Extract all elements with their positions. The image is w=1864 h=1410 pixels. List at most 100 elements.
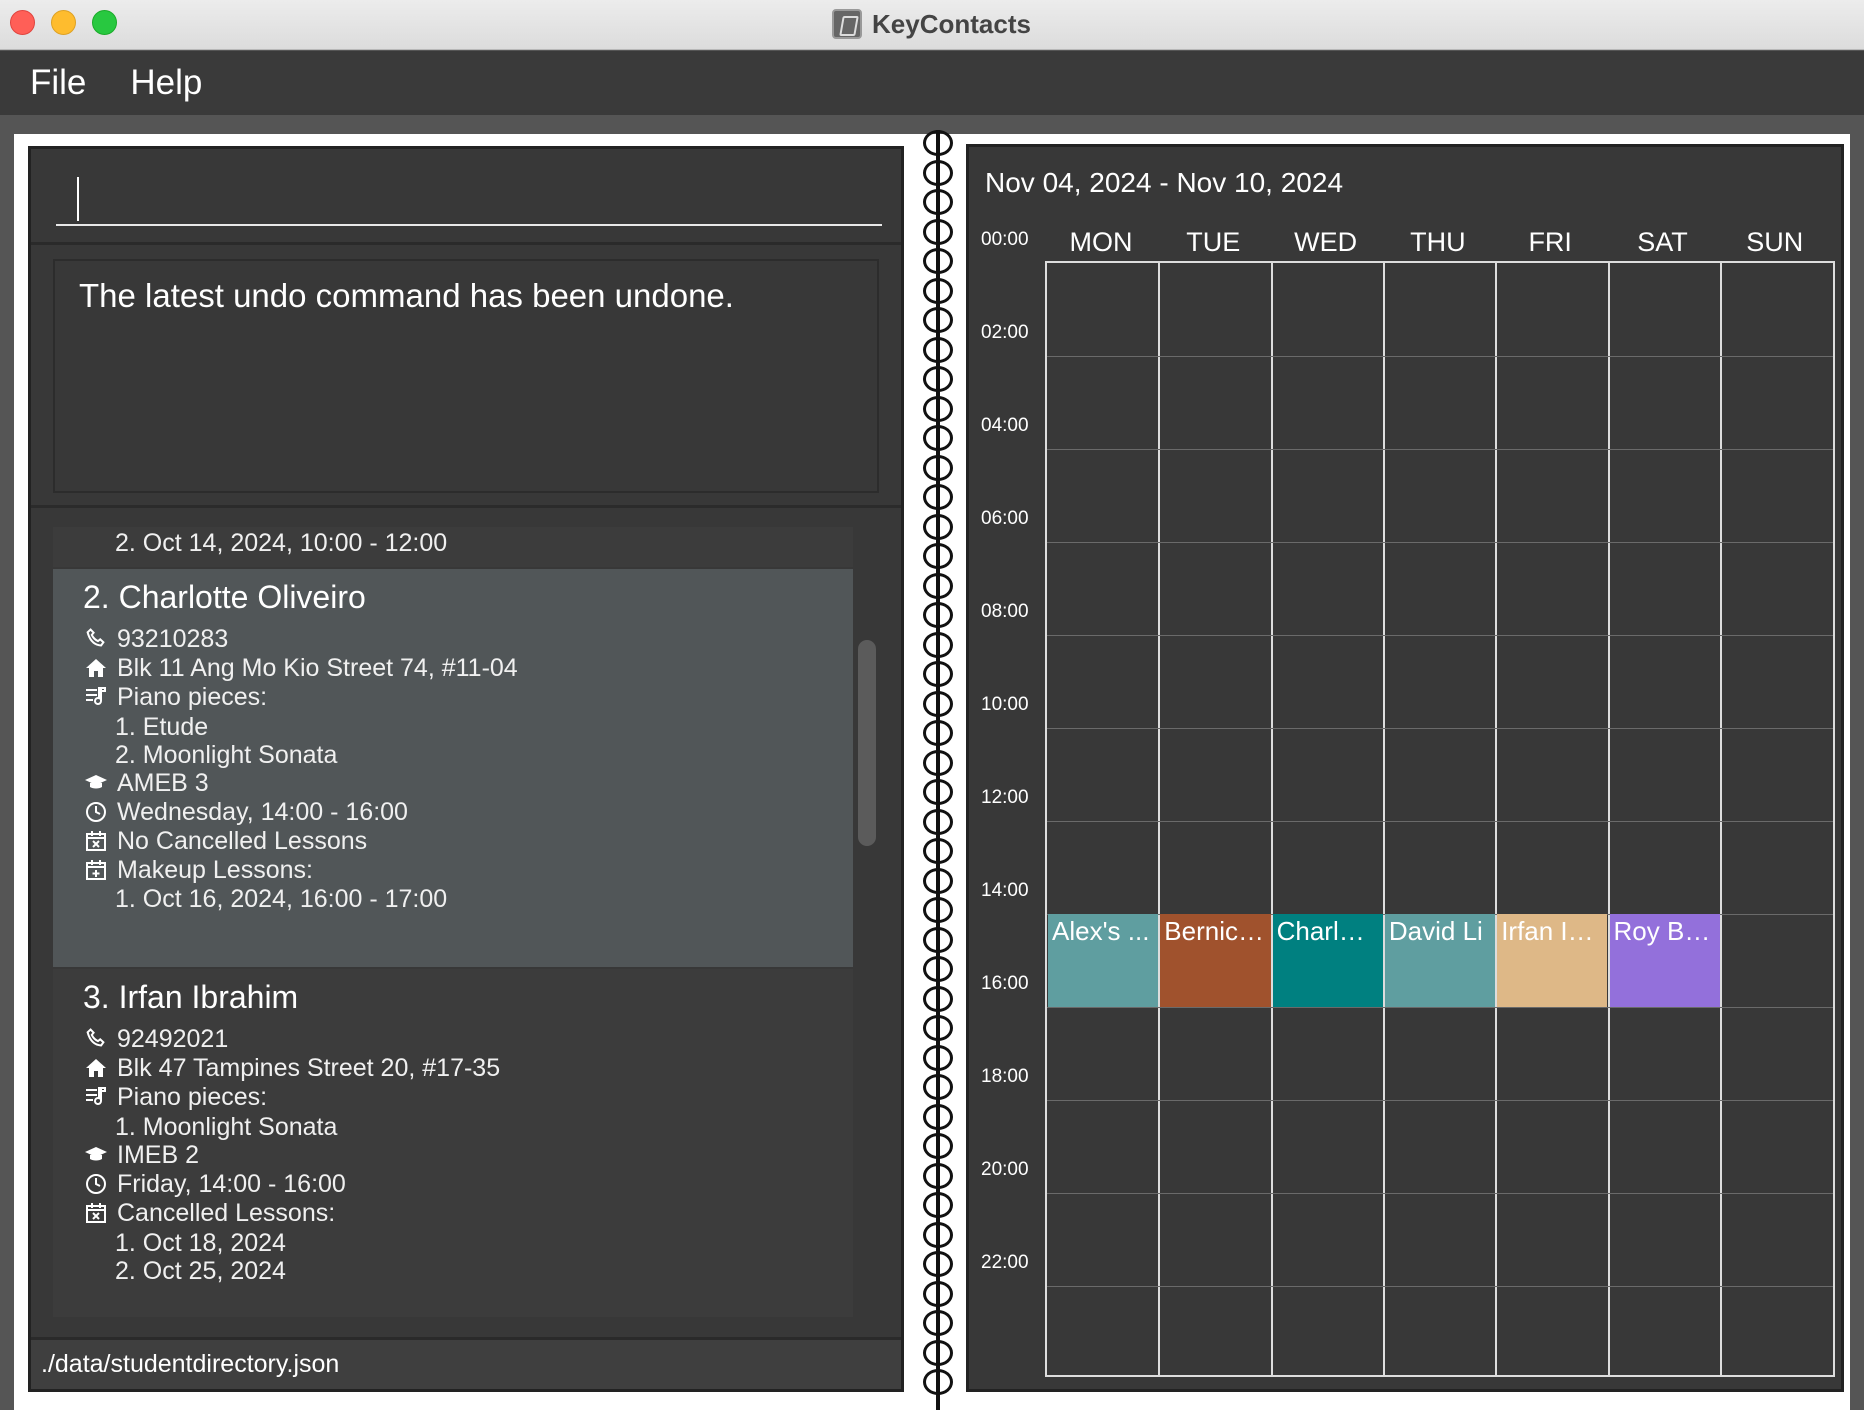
lesson-time-row: Wednesday, 14:00 - 16:00 bbox=[83, 796, 408, 828]
calendar-event[interactable]: Irfan Ibr... bbox=[1497, 914, 1608, 1007]
calendar-x-icon bbox=[83, 828, 109, 854]
calendar-grid[interactable]: Alex's ... Bernice... Charlot... David Li Ir… bbox=[1045, 261, 1835, 1377]
left-pane: The latest undo command has been undone.… bbox=[28, 146, 904, 1392]
makeup-lesson-entry: 2. Oct 14, 2024, 10:00 - 12:00 bbox=[115, 529, 448, 557]
home-icon bbox=[83, 1055, 109, 1081]
list-item[interactable]: 2. Oct 14, 2024, 10:00 - 12:00 bbox=[53, 527, 853, 567]
spiral-ring bbox=[923, 602, 953, 628]
day-header-sat: SAT bbox=[1637, 227, 1688, 257]
calendar-event[interactable]: Alex's ... bbox=[1048, 914, 1159, 1007]
time-gridline bbox=[1047, 449, 1833, 450]
time-gridline bbox=[1047, 1100, 1833, 1101]
spiral-ring bbox=[923, 395, 953, 422]
close-window-button[interactable] bbox=[10, 10, 35, 35]
spiral-ring bbox=[923, 1280, 953, 1307]
time-gridline bbox=[1047, 356, 1833, 357]
spiral-ring bbox=[923, 484, 953, 510]
spiral-ring bbox=[923, 307, 953, 333]
time-gridline bbox=[1047, 1007, 1833, 1008]
pieces-label: Piano pieces: bbox=[117, 682, 268, 711]
spiral-ring bbox=[923, 808, 953, 835]
menu-help[interactable]: Help bbox=[130, 63, 202, 103]
spiral-ring bbox=[923, 277, 953, 304]
address-row: Blk 11 Ang Mo Kio Street 74, #11-04 bbox=[83, 652, 518, 684]
time-label: 20:00 bbox=[981, 1159, 1029, 1180]
spiral-ring bbox=[923, 543, 953, 569]
result-display[interactable]: The latest undo command has been undone. bbox=[53, 259, 879, 493]
spiral-ring bbox=[923, 159, 953, 186]
spiral-ring bbox=[923, 1133, 953, 1159]
spiral-ring bbox=[923, 926, 953, 953]
spiral-ring bbox=[923, 1074, 953, 1100]
spiral-ring bbox=[923, 897, 953, 923]
time-label: 14:00 bbox=[981, 880, 1029, 901]
spiral-ring bbox=[923, 1369, 953, 1395]
time-label: 04:00 bbox=[981, 415, 1029, 436]
menu-bar: File Help bbox=[0, 51, 1864, 115]
day-header-fri: FRI bbox=[1528, 227, 1572, 257]
cancelled-row: Cancelled Lessons: bbox=[83, 1197, 335, 1229]
spiral-binding bbox=[918, 130, 958, 1410]
calendar-event[interactable]: Bernice... bbox=[1160, 914, 1271, 1007]
spiral-ring bbox=[923, 985, 953, 1012]
makeup-lesson-entry: 1. Oct 16, 2024, 16:00 - 17:00 bbox=[115, 885, 448, 913]
calendar-event[interactable]: Roy Bal... bbox=[1609, 914, 1720, 1007]
spiral-ring bbox=[923, 248, 953, 274]
day-divider bbox=[1382, 263, 1385, 1375]
day-divider bbox=[1719, 263, 1722, 1375]
minimize-window-button[interactable] bbox=[51, 10, 76, 35]
time-label: 02:00 bbox=[981, 322, 1029, 343]
time-gridline bbox=[1047, 728, 1833, 729]
time-label: 08:00 bbox=[981, 601, 1029, 622]
clock-icon bbox=[83, 799, 109, 825]
spiral-ring bbox=[923, 454, 953, 481]
calendar-event[interactable]: David Li bbox=[1384, 914, 1496, 1007]
address: Blk 11 Ang Mo Kio Street 74, #11-04 bbox=[117, 653, 518, 682]
time-gridline bbox=[1047, 1193, 1833, 1194]
makeup-row: Makeup Lessons: bbox=[83, 854, 313, 886]
grade-row: IMEB 2 bbox=[83, 1139, 199, 1171]
time-gridline bbox=[1047, 542, 1833, 543]
makeup-label: Makeup Lessons: bbox=[117, 855, 313, 884]
spiral-ring bbox=[923, 690, 953, 717]
spiral-ring bbox=[923, 1044, 953, 1071]
day-divider bbox=[1158, 263, 1161, 1375]
time-label: 18:00 bbox=[981, 1066, 1029, 1087]
calendar-event[interactable]: Charlot... bbox=[1272, 914, 1383, 1007]
spiral-ring bbox=[923, 720, 953, 746]
command-input[interactable] bbox=[56, 164, 882, 226]
spiral-ring bbox=[923, 867, 953, 894]
list-item[interactable]: 3. Irfan Ibrahim 92492021 Blk 47 Tampine… bbox=[53, 969, 853, 1317]
list-scrollbar-thumb[interactable] bbox=[858, 640, 876, 846]
spiral-ring bbox=[923, 1310, 953, 1336]
app-logo-icon bbox=[832, 9, 862, 39]
piece-item: 1. Etude bbox=[115, 713, 209, 741]
student-name: 2. Charlotte Oliveiro bbox=[83, 579, 366, 615]
pieces-label: Piano pieces: bbox=[117, 1082, 268, 1111]
time-label: 12:00 bbox=[981, 787, 1029, 808]
piece-item: 2. Moonlight Sonata bbox=[115, 741, 338, 769]
time-gridline bbox=[1047, 635, 1833, 636]
day-header-mon: MON bbox=[1069, 227, 1133, 257]
student-list[interactable]: 2. Oct 14, 2024, 10:00 - 12:00 2. Charlo… bbox=[53, 527, 853, 1317]
piece-item: 1. Moonlight Sonata bbox=[115, 1113, 338, 1141]
maximize-window-button[interactable] bbox=[92, 10, 117, 35]
menu-file[interactable]: File bbox=[30, 63, 86, 103]
graduation-cap-icon bbox=[83, 1142, 109, 1168]
day-header-sun: SUN bbox=[1746, 227, 1804, 257]
time-label: 22:00 bbox=[981, 1252, 1029, 1273]
spiral-ring bbox=[923, 572, 953, 599]
list-item-selected[interactable]: 2. Charlotte Oliveiro 93210283 Blk 11 An… bbox=[53, 569, 853, 967]
result-message: The latest undo command has been undone. bbox=[79, 277, 734, 314]
window-title: KeyContacts bbox=[832, 6, 1031, 42]
time-label: 06:00 bbox=[981, 508, 1029, 529]
calendar-plus-icon bbox=[83, 857, 109, 883]
time-gridline bbox=[1047, 821, 1833, 822]
spiral-ring bbox=[923, 218, 953, 245]
day-header-tue: TUE bbox=[1186, 227, 1241, 257]
text-cursor bbox=[77, 177, 79, 221]
grade-row: AMEB 3 bbox=[83, 767, 209, 799]
spiral-ring bbox=[923, 779, 953, 805]
phone-number: 93210283 bbox=[117, 624, 229, 653]
cancelled-lesson-entry: 2. Oct 25, 2024 bbox=[115, 1257, 286, 1285]
